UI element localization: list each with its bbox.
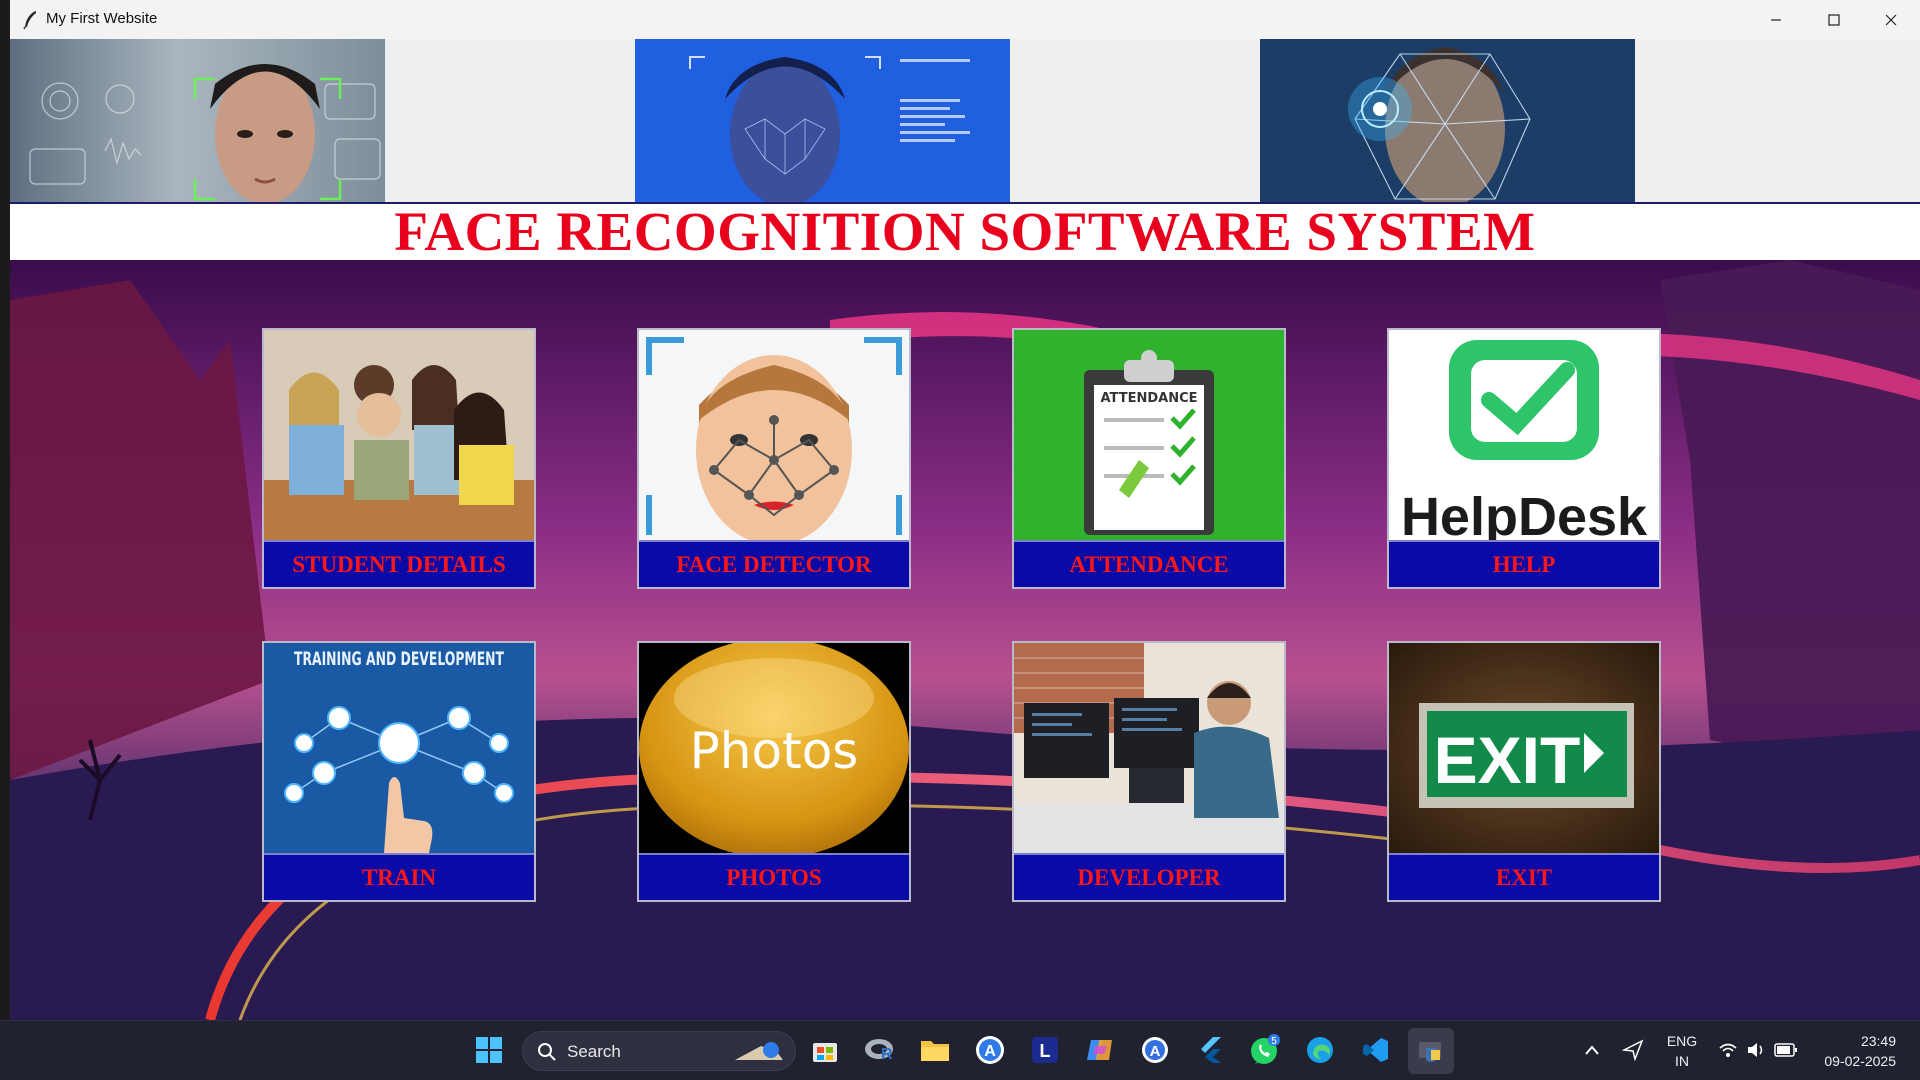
photos-label: PHOTOS	[639, 853, 909, 900]
helpdesk-image-text: HelpDesk	[1401, 487, 1648, 540]
close-button[interactable]	[1862, 0, 1920, 39]
window-title: My First Website	[46, 10, 158, 27]
copilot-icon	[1087, 1040, 1112, 1060]
title-bar[interactable]: My First Website	[10, 0, 1920, 39]
clock[interactable]: 23:49 09-02-2025	[1810, 1031, 1896, 1071]
attendance-button[interactable]: ATTENDANCE ATTENDANCE	[1012, 328, 1286, 589]
photos-button[interactable]: Photos PHOTOS	[637, 641, 911, 902]
taskbar: Search R A L A 5 ENG IN 23:49 09-02-2025	[0, 1020, 1920, 1080]
flutter-button[interactable]	[1193, 1033, 1227, 1067]
clock-time: 23:49	[1860, 1033, 1896, 1049]
feather-icon	[23, 11, 36, 30]
search-highlight-icon	[735, 1042, 783, 1060]
developer-photo-icon	[1014, 643, 1284, 853]
train-label: TRAIN	[264, 853, 534, 900]
vscode-icon	[1363, 1038, 1388, 1062]
app-a-button[interactable]: A	[973, 1033, 1007, 1067]
python-feather-icon	[1419, 1042, 1441, 1062]
svg-text:A: A	[984, 1043, 996, 1060]
face-mesh-icon	[639, 330, 909, 540]
help-label: HELP	[1389, 540, 1659, 587]
svg-text:R: R	[881, 1046, 893, 1063]
attendance-clipboard-icon: ATTENDANCE	[1014, 330, 1284, 540]
maximize-button[interactable]	[1805, 0, 1863, 39]
file-explorer-button[interactable]	[918, 1033, 952, 1067]
maximize-icon	[1828, 13, 1840, 26]
photos-image-text: Photos	[690, 722, 859, 780]
store-icon	[813, 1043, 837, 1062]
photos-button-icon: Photos	[639, 643, 909, 853]
training-image-text: TRAINING AND DEVELOPMENT	[294, 648, 504, 670]
flutter-icon	[1201, 1037, 1221, 1063]
developer-label: DEVELOPER	[1014, 853, 1284, 900]
start-button[interactable]	[472, 1033, 506, 1067]
taskbar-search[interactable]: Search	[522, 1031, 796, 1071]
student-details-label: STUDENT DETAILS	[264, 540, 534, 587]
whatsapp-badge: 5	[1271, 1036, 1277, 1047]
face-detector-button[interactable]: FACE DETECTOR	[637, 328, 911, 589]
banner-strip	[10, 39, 1920, 202]
language-indicator[interactable]: ENG IN	[1660, 1031, 1704, 1071]
location-icon[interactable]	[1622, 1039, 1644, 1061]
microsoft-store-button[interactable]	[808, 1033, 842, 1067]
train-button[interactable]: TRAINING AND DEVELOPMENT TRAIN	[262, 641, 536, 902]
title-heading-bar: FACE RECOGNITION SOFTWARE SYSTEM	[10, 202, 1920, 260]
python-app-button[interactable]	[1408, 1028, 1454, 1074]
wifi-icon[interactable]	[1718, 1041, 1738, 1059]
app-l-button[interactable]: L	[1028, 1033, 1062, 1067]
search-icon	[538, 1043, 556, 1061]
app-a2-button[interactable]: A	[1138, 1033, 1172, 1067]
help-button[interactable]: HelpDesk HELP	[1387, 328, 1661, 589]
face-scan-banner-image	[10, 39, 385, 202]
face-detector-label: FACE DETECTOR	[639, 540, 909, 587]
digital-face-banner-image	[635, 39, 1010, 202]
clock-date: 09-02-2025	[1824, 1053, 1896, 1069]
svg-text:L: L	[1040, 1041, 1051, 1061]
minimize-icon	[1771, 18, 1781, 21]
attendance-image-text: ATTENDANCE	[1101, 391, 1198, 406]
close-icon	[1885, 14, 1897, 25]
exit-image-text: EXIT	[1434, 723, 1581, 797]
r-studio-button[interactable]: R	[862, 1033, 896, 1067]
whatsapp-icon: 5	[1251, 1034, 1280, 1064]
app-window: My First Website FACE RECOGNITION SOFTWA…	[10, 0, 1920, 1020]
minimize-button[interactable]	[1747, 0, 1805, 39]
a-round-icon: A	[1142, 1037, 1168, 1063]
search-label: Search	[567, 1042, 621, 1061]
developer-button[interactable]: DEVELOPER	[1012, 641, 1286, 902]
folder-icon	[921, 1041, 949, 1061]
chevron-up-icon[interactable]	[1584, 1043, 1600, 1057]
vscode-button[interactable]	[1358, 1033, 1392, 1067]
svg-text:A: A	[1150, 1043, 1161, 1060]
edge-button[interactable]	[1303, 1033, 1337, 1067]
exit-sign-icon: EXIT	[1389, 643, 1659, 853]
region-code: IN	[1675, 1053, 1689, 1069]
whatsapp-button[interactable]: 5	[1248, 1033, 1282, 1067]
language-code: ENG	[1666, 1033, 1698, 1049]
helpdesk-logo-icon: HelpDesk	[1389, 330, 1659, 540]
student-details-button[interactable]: STUDENT DETAILS	[262, 328, 536, 589]
exit-label: EXIT	[1389, 853, 1659, 900]
page-title: FACE RECOGNITION SOFTWARE SYSTEM	[394, 201, 1536, 262]
copilot-button[interactable]	[1083, 1033, 1117, 1067]
background-scene: STUDENT DETAILS FACE DETECTOR ATTENDANCE…	[10, 260, 1920, 1020]
a-circle-icon: A	[976, 1036, 1004, 1064]
edge-icon	[1307, 1037, 1333, 1063]
training-network-icon: TRAINING AND DEVELOPMENT	[264, 643, 534, 853]
windows-icon	[476, 1037, 502, 1063]
volume-icon[interactable]	[1746, 1041, 1768, 1059]
biometric-face-banner-image	[1260, 39, 1635, 202]
exit-button[interactable]: EXIT EXIT	[1387, 641, 1661, 902]
r-icon: R	[865, 1039, 893, 1063]
l-square-icon: L	[1032, 1037, 1058, 1063]
battery-icon[interactable]	[1774, 1042, 1798, 1058]
attendance-label: ATTENDANCE	[1014, 540, 1284, 587]
students-photo-icon	[264, 330, 534, 540]
